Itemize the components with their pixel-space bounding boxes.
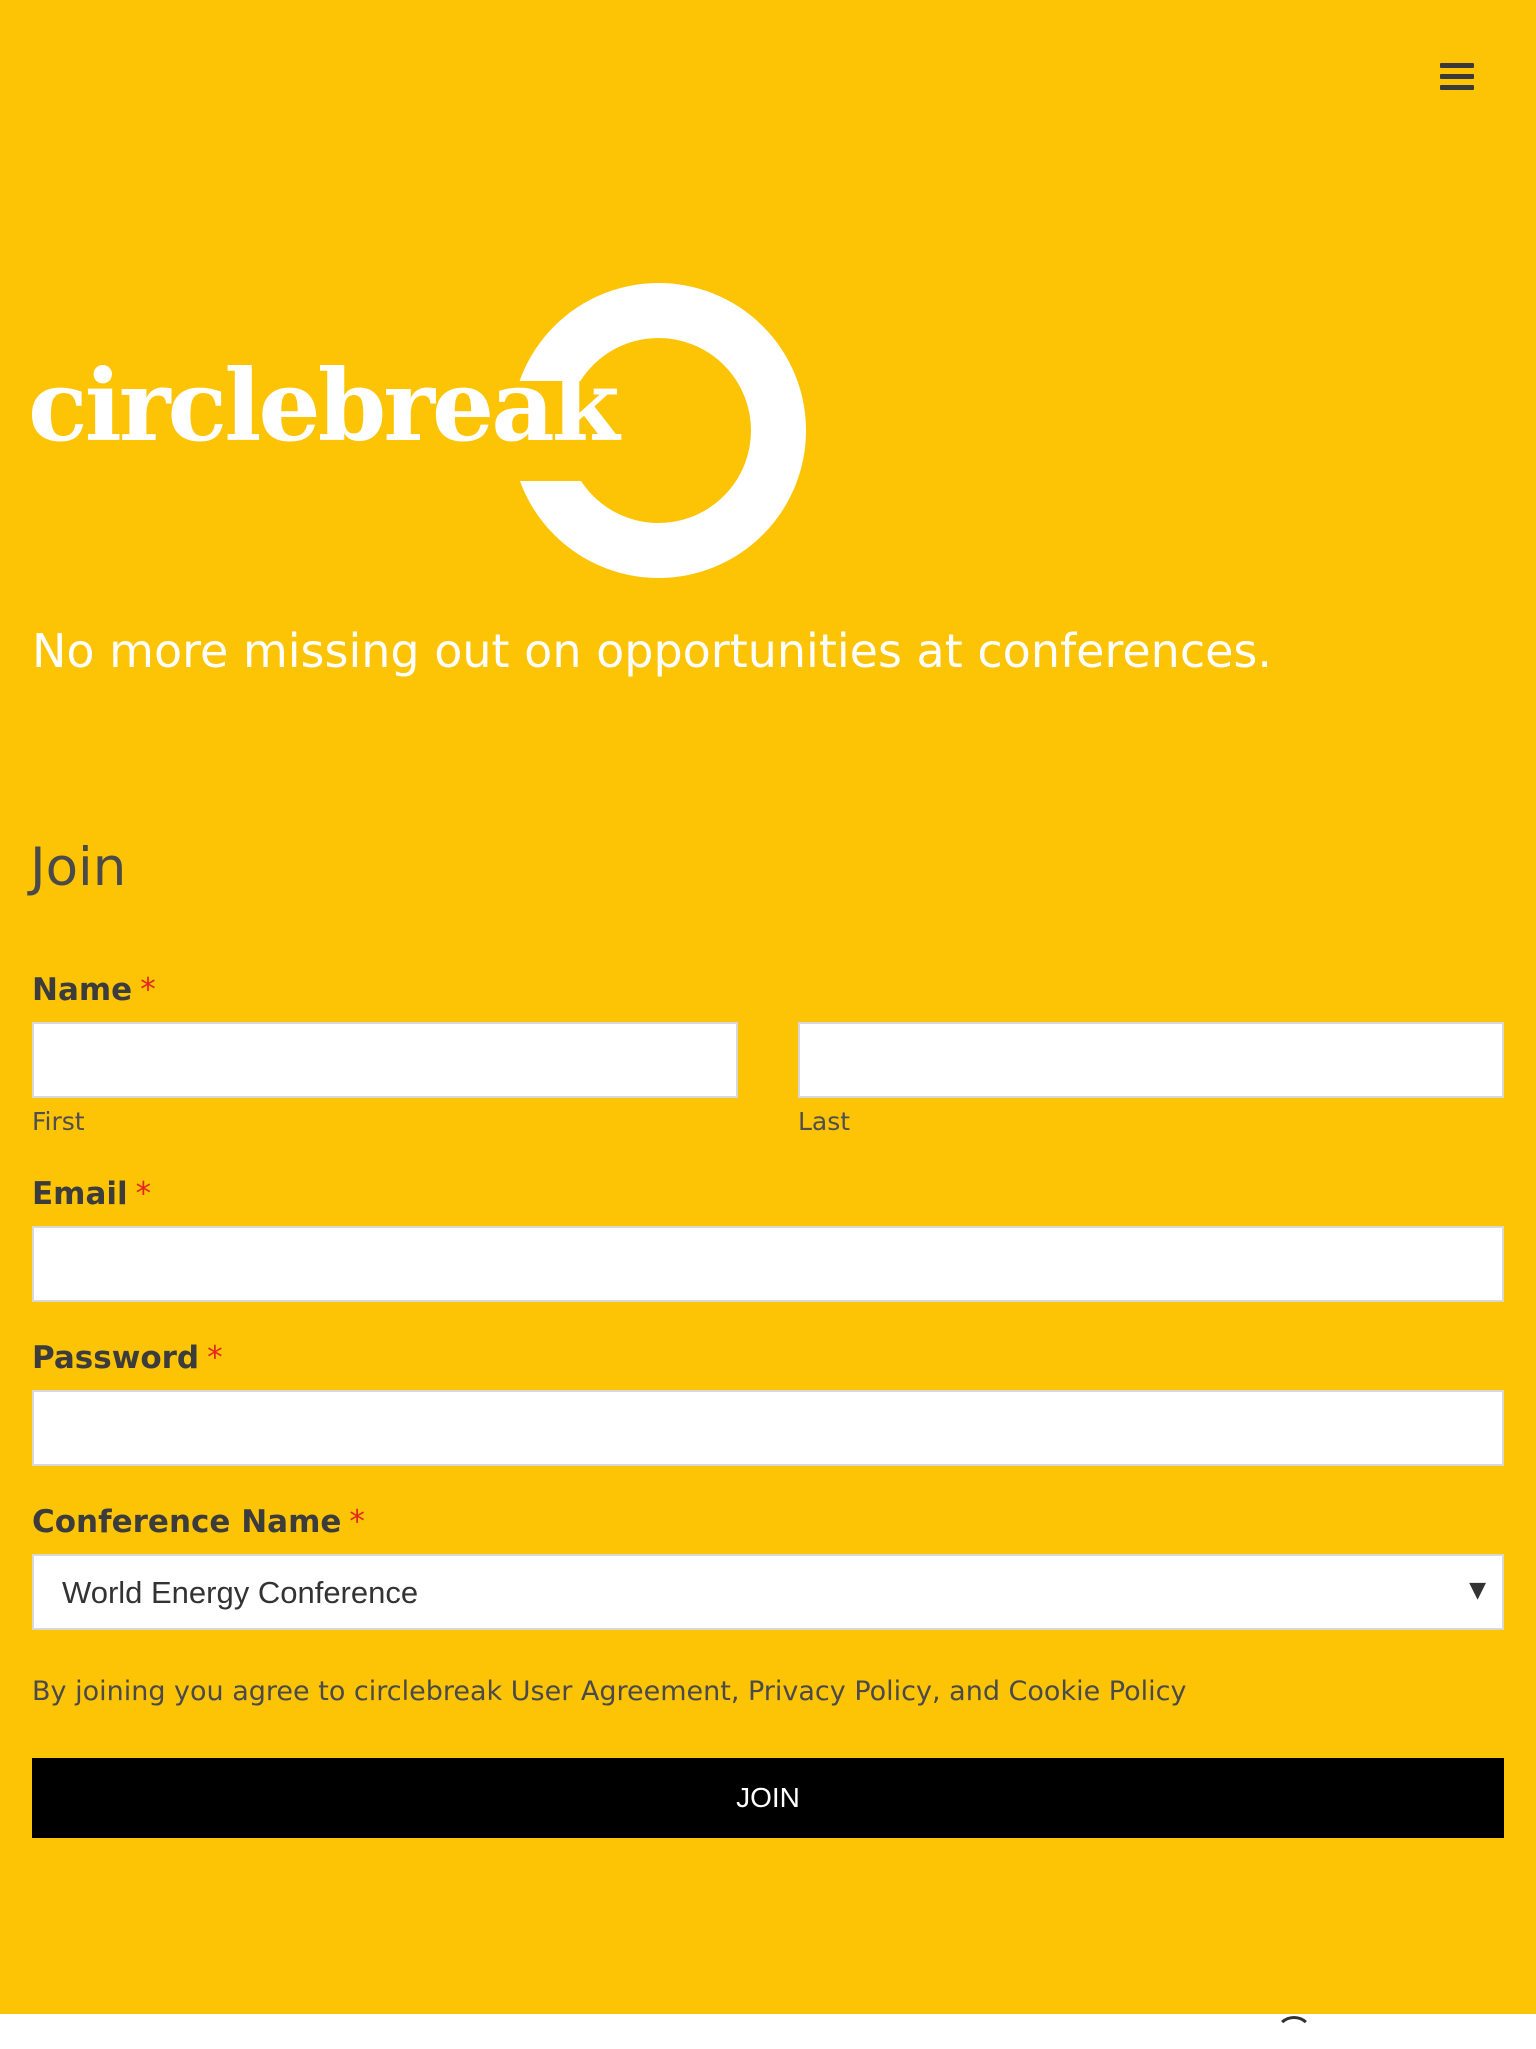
conference-name-label: Conference Name * bbox=[32, 1504, 365, 1541]
circlebreak-logo[interactable]: circlebreak bbox=[28, 282, 806, 582]
conference-name-label-text: Conference Name bbox=[32, 1504, 342, 1540]
last-name-sublabel: Last bbox=[798, 1107, 851, 1136]
email-label-text: Email bbox=[32, 1176, 128, 1212]
password-input[interactable] bbox=[32, 1390, 1504, 1466]
required-mark: * bbox=[207, 1340, 223, 1376]
last-name-input[interactable] bbox=[798, 1022, 1504, 1098]
required-mark: * bbox=[135, 1176, 152, 1212]
bottom-strip bbox=[0, 2014, 1536, 2048]
agreement-text: By joining you agree to circlebreak User… bbox=[32, 1676, 1187, 1707]
form-heading: Join bbox=[30, 837, 127, 898]
hamburger-menu-icon[interactable] bbox=[1440, 62, 1474, 92]
name-label-text: Name bbox=[32, 972, 133, 1008]
join-button[interactable]: JOIN bbox=[32, 1758, 1504, 1838]
logo-wordmark: circlebreak bbox=[28, 349, 620, 464]
password-label-text: Password bbox=[32, 1340, 200, 1376]
hamburger-line bbox=[1440, 85, 1474, 90]
page-background: circlebreak No more missing out on oppor… bbox=[0, 0, 1536, 2014]
first-name-sublabel: First bbox=[32, 1107, 85, 1136]
email-label: Email * bbox=[32, 1176, 151, 1213]
tagline: No more missing out on opportunities at … bbox=[32, 624, 1273, 678]
hamburger-line bbox=[1440, 74, 1474, 79]
email-input[interactable] bbox=[32, 1226, 1504, 1302]
name-label: Name * bbox=[32, 972, 156, 1009]
partial-icon bbox=[1276, 2016, 1312, 2049]
first-name-input[interactable] bbox=[32, 1022, 738, 1098]
required-mark: * bbox=[140, 972, 156, 1008]
dropdown-arrow-icon: ▼ bbox=[1469, 1578, 1486, 1603]
password-label: Password * bbox=[32, 1340, 223, 1377]
conference-name-select[interactable]: World Energy Conference ▼ bbox=[32, 1554, 1504, 1630]
required-mark: * bbox=[349, 1504, 365, 1540]
hamburger-line bbox=[1440, 63, 1474, 68]
conference-selected-value: World Energy Conference bbox=[62, 1575, 419, 1610]
